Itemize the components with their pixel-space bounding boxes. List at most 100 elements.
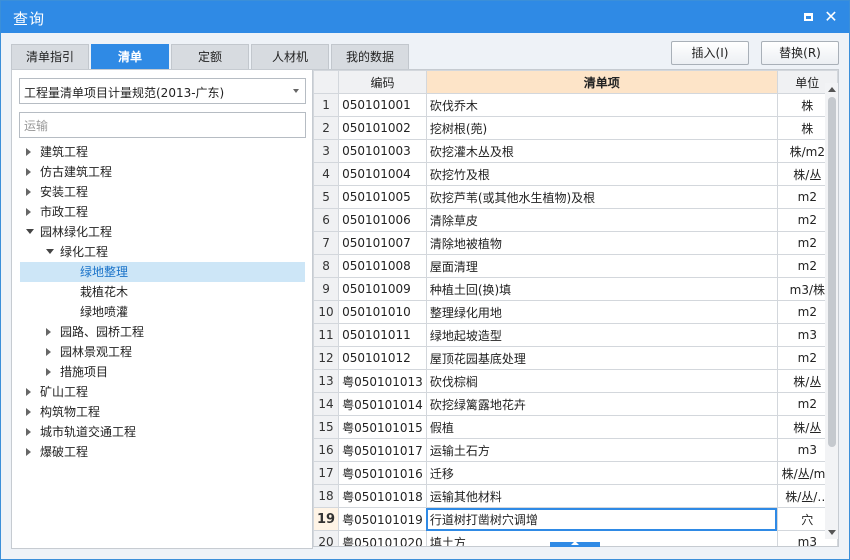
code-cell[interactable]: 粤050101018	[338, 484, 427, 508]
collapse-arrow-icon[interactable]	[26, 188, 31, 196]
collapse-arrow-icon[interactable]	[46, 328, 51, 336]
table-row[interactable]: 11 050101011 绿地起坡造型 m3	[313, 323, 838, 347]
code-cell[interactable]: 粤050101015	[338, 415, 427, 439]
search-box[interactable]	[19, 112, 306, 138]
code-cell[interactable]: 050101006	[338, 208, 427, 232]
row-number-cell[interactable]: 12	[313, 346, 340, 370]
item-cell[interactable]: 砍伐棕榈	[425, 369, 778, 393]
item-cell[interactable]: 砍挖绿篱露地花卉	[425, 392, 778, 416]
item-cell[interactable]: 砍伐乔木	[425, 93, 778, 117]
row-number-cell[interactable]: 14	[313, 392, 340, 416]
table-row[interactable]: 5 050101005 砍挖芦苇(或其他水生植物)及根 m2	[313, 185, 838, 209]
table-row[interactable]: 6 050101006 清除草皮 m2	[313, 208, 838, 232]
vertical-scrollbar[interactable]	[825, 83, 838, 539]
tree-item[interactable]: 措施项目	[20, 362, 305, 382]
table-row[interactable]: 14 粤050101014 砍挖绿篱露地花卉 m2	[313, 392, 838, 416]
tree-item[interactable]: 绿地喷灌	[20, 302, 305, 322]
item-column-header[interactable]: 清单项	[425, 70, 778, 94]
row-number-cell[interactable]: 11	[313, 323, 340, 347]
code-cell[interactable]: 粤050101016	[338, 461, 427, 485]
row-number-cell[interactable]: 5	[313, 185, 340, 209]
replace-button[interactable]: 替换(R)	[761, 41, 839, 65]
item-cell[interactable]: 填土方	[425, 530, 778, 546]
table-row[interactable]: 4 050101004 砍挖竹及根 株/丛	[313, 162, 838, 186]
code-cell[interactable]: 050101003	[338, 139, 427, 163]
item-cell[interactable]: 假植	[425, 415, 778, 439]
table-row[interactable]: 1 050101001 砍伐乔木株	[313, 93, 838, 117]
item-cell[interactable]: 行道树打凿树穴调增	[425, 507, 778, 531]
table-row[interactable]: 7 050101007 清除地被植物 m2	[313, 231, 838, 255]
tab-2[interactable]: 定额	[171, 44, 249, 69]
item-cell[interactable]: 种植土回(换)填	[425, 277, 778, 301]
tree-item[interactable]: 园林景观工程	[20, 342, 305, 362]
item-cell[interactable]: 运输土石方	[425, 438, 778, 462]
code-cell[interactable]: 粤050101020	[338, 530, 427, 546]
collapse-arrow-icon[interactable]	[26, 388, 31, 396]
row-number-cell[interactable]: 3	[313, 139, 340, 163]
item-cell[interactable]: 砍挖芦苇(或其他水生植物)及根	[425, 185, 778, 209]
panel-collapse-handle[interactable]	[550, 541, 600, 547]
expand-arrow-icon[interactable]	[26, 229, 34, 234]
item-cell[interactable]: 整理绿化用地	[425, 300, 778, 324]
item-cell[interactable]: 挖树根(蔸)	[425, 116, 778, 140]
table-row[interactable]: 17 粤050101016 迁移 株/丛/m2	[313, 461, 838, 485]
insert-button[interactable]: 插入(I)	[671, 41, 749, 65]
table-row[interactable]: 9 050101009 种植土回(换)填 m3/株	[313, 277, 838, 301]
table-row[interactable]: 8 050101008 屋面清理 m2	[313, 254, 838, 278]
table-row[interactable]: 12 050101012 屋顶花园基底处理 m2	[313, 346, 838, 370]
code-cell[interactable]: 粤050101017	[338, 438, 427, 462]
table-row[interactable]: 16 粤050101017 运输土石方 m3	[313, 438, 838, 462]
row-number-cell[interactable]: 4	[313, 162, 340, 186]
table-row[interactable]: 2 050101002 挖树根(蔸) 株	[313, 116, 838, 140]
table-row[interactable]: 3 050101003 砍挖灌木丛及根 株/m2	[313, 139, 838, 163]
search-input[interactable]	[20, 113, 305, 137]
item-cell[interactable]: 清除草皮	[425, 208, 778, 232]
table-row[interactable]: 19 粤050101019 行道树打凿树穴调增穴	[313, 507, 838, 531]
code-cell[interactable]: 粤050101014	[338, 392, 427, 416]
code-cell[interactable]: 050101002	[338, 116, 427, 140]
table-row[interactable]: 10 050101010 整理绿化用地 m2	[313, 300, 838, 324]
tree-item[interactable]: 建筑工程	[20, 142, 305, 162]
table-row[interactable]: 13 粤050101013 砍伐棕榈 株/丛	[313, 369, 838, 393]
row-number-cell[interactable]: 7	[313, 231, 340, 255]
row-number-cell[interactable]: 9	[313, 277, 340, 301]
tab-1[interactable]: 清单	[91, 44, 169, 69]
collapse-arrow-icon[interactable]	[26, 428, 31, 436]
tree-item[interactable]: 栽植花木	[20, 282, 305, 302]
spec-select[interactable]: 工程量清单项目计量规范(2013-广东)	[19, 78, 306, 104]
scrollbar-thumb[interactable]	[828, 97, 836, 447]
title-bar[interactable]: 查询 ✕	[1, 1, 849, 33]
item-cell[interactable]: 砍挖竹及根	[425, 162, 778, 186]
table-row[interactable]: 15 粤050101015 假植 株/丛	[313, 415, 838, 439]
tree-item[interactable]: 城市轨道交通工程	[20, 422, 305, 442]
code-cell[interactable]: 050101012	[338, 346, 427, 370]
tree-item[interactable]: 矿山工程	[20, 382, 305, 402]
row-number-cell[interactable]: 8	[313, 254, 340, 278]
collapse-arrow-icon[interactable]	[26, 208, 31, 216]
code-cell[interactable]: 050101011	[338, 323, 427, 347]
collapse-arrow-icon[interactable]	[26, 448, 31, 456]
tree-item[interactable]: 仿古建筑工程	[20, 162, 305, 182]
row-number-cell[interactable]: 16	[313, 438, 340, 462]
row-number-cell[interactable]: 2	[313, 116, 340, 140]
code-column-header[interactable]: 编码	[338, 70, 427, 94]
tree-item[interactable]: 绿化工程	[20, 242, 305, 262]
maximize-icon[interactable]	[801, 9, 817, 25]
code-cell[interactable]: 050101009	[338, 277, 427, 301]
row-number-cell[interactable]: 13	[313, 369, 340, 393]
close-icon[interactable]: ✕	[823, 9, 839, 25]
expand-arrow-icon[interactable]	[46, 249, 54, 254]
row-number-cell[interactable]: 15	[313, 415, 340, 439]
code-cell[interactable]: 粤050101019	[338, 507, 427, 531]
row-number-cell[interactable]: 10	[313, 300, 340, 324]
tab-3[interactable]: 人材机	[251, 44, 329, 69]
tab-0[interactable]: 清单指引	[11, 44, 89, 69]
code-cell[interactable]: 粤050101013	[338, 369, 427, 393]
item-cell[interactable]: 运输其他材料	[425, 484, 778, 508]
collapse-arrow-icon[interactable]	[26, 148, 31, 156]
tree-item[interactable]: 园林绿化工程	[20, 222, 305, 242]
row-number-cell[interactable]: 18	[313, 484, 340, 508]
collapse-arrow-icon[interactable]	[26, 168, 31, 176]
code-cell[interactable]: 050101004	[338, 162, 427, 186]
row-number-cell[interactable]: 19	[313, 507, 340, 531]
